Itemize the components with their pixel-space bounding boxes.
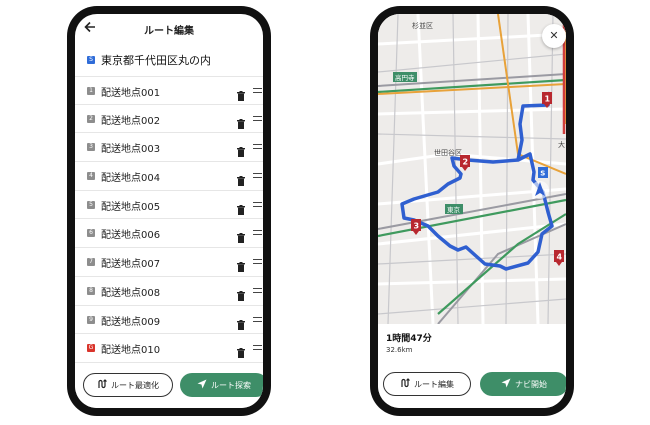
stop-label: 配送地点002	[101, 115, 161, 127]
stop-label: 配送地点007	[101, 259, 161, 271]
svg-text:4: 4	[557, 253, 563, 262]
stop-label: 配送地点005	[101, 201, 161, 213]
stop-number-badge: 6	[87, 229, 95, 238]
svg-text:S: S	[540, 170, 545, 178]
stop-number-badge: G	[87, 344, 95, 353]
stop-number-badge: 9	[87, 315, 95, 324]
svg-text:3: 3	[414, 222, 420, 231]
trash-icon[interactable]	[237, 257, 245, 273]
stop-label: 配送地点003	[101, 144, 161, 156]
map-canvas: 杉並区 高円寺 世田谷区 東京 大 1 2 3 4 S	[378, 14, 566, 324]
trash-icon[interactable]	[237, 228, 245, 244]
optimize-route-button[interactable]: ルート最適化	[83, 373, 173, 397]
start-navigation-button[interactable]: ナビ開始	[480, 372, 566, 396]
trash-icon[interactable]	[237, 315, 245, 330]
stop-label: 配送地点008	[101, 287, 161, 299]
drag-handle-icon[interactable]	[253, 88, 262, 93]
drag-handle-icon[interactable]	[253, 287, 262, 293]
stop-label: 配送地点009	[101, 316, 161, 328]
drag-handle-icon[interactable]	[253, 173, 262, 179]
route-edit-screen: ルート編集 S 東京都千代田区丸の内 1 配送地点001 2 配送地点002 3 配送地点…	[75, 14, 263, 408]
drag-handle-icon[interactable]	[253, 345, 262, 351]
trash-icon[interactable]	[237, 142, 245, 158]
route-icon	[400, 378, 410, 390]
drag-handle-icon[interactable]	[253, 201, 262, 207]
navigation-arrow-icon	[197, 379, 207, 391]
stop-label: 配送地点001	[101, 88, 161, 99]
map-label-setagaya: 世田谷区	[434, 148, 462, 157]
stop-list: 1 配送地点001 2 配送地点002 3 配送地点003 4 配送地点004 5 配送地点005…	[75, 76, 263, 363]
trash-icon[interactable]	[237, 114, 245, 129]
svg-text:1: 1	[545, 95, 551, 104]
drag-handle-icon[interactable]	[253, 230, 262, 236]
route-icon	[97, 379, 107, 391]
route-marker-start[interactable]: S	[538, 167, 548, 178]
route-summary-panel: 1時間47分 32.6km ルート編集 ナビ開始	[378, 324, 566, 408]
stop-label: 配送地点004	[101, 173, 161, 185]
footer-actions: ルート最適化 ルート探索	[75, 364, 263, 408]
map-label-koenji: 高円寺	[395, 73, 415, 82]
trash-icon[interactable]	[237, 200, 245, 215]
route-map-screen: 杉並区 高円寺 世田谷区 東京 大 1 2 3 4 S ✕ 1時間47分 32.…	[378, 14, 566, 408]
header: ルート編集	[75, 14, 263, 46]
trash-icon[interactable]	[237, 343, 245, 359]
optimize-route-label: ルート最適化	[111, 380, 159, 390]
stop-row[interactable]: 3 配送地点003	[75, 133, 263, 163]
stop-row[interactable]: 9 配送地点009	[75, 306, 263, 335]
stop-number-badge: 5	[87, 200, 95, 209]
drag-handle-icon[interactable]	[253, 259, 262, 265]
route-edit-label: ルート編集	[414, 379, 454, 389]
route-map[interactable]: 杉並区 高円寺 世田谷区 東京 大 1 2 3 4 S ✕	[378, 14, 566, 324]
stop-number-badge: 1	[87, 87, 95, 95]
stop-row[interactable]: G 配送地点010	[75, 334, 263, 363]
stop-row[interactable]: 6 配送地点006	[75, 219, 263, 249]
drag-handle-icon[interactable]	[253, 144, 262, 150]
search-route-button[interactable]: ルート探索	[180, 373, 263, 397]
route-duration: 1時間47分	[386, 334, 432, 344]
start-navigation-label: ナビ開始	[515, 379, 547, 389]
phone-route-edit: ルート編集 S 東京都千代田区丸の内 1 配送地点001 2 配送地点002 3 配送地点…	[67, 6, 271, 416]
start-point-row[interactable]: S 東京都千代田区丸の内	[75, 46, 263, 76]
stop-row[interactable]: 8 配送地点008	[75, 277, 263, 306]
stop-row[interactable]: 4 配送地点004	[75, 162, 263, 191]
stop-row[interactable]: 7 配送地点007	[75, 248, 263, 277]
search-route-label: ルート探索	[211, 380, 251, 390]
drag-handle-icon[interactable]	[253, 316, 262, 322]
map-label-tokyo: 東京	[447, 205, 461, 214]
stop-number-badge: 8	[87, 286, 95, 295]
svg-text:2: 2	[463, 158, 469, 167]
navigation-arrow-icon	[501, 378, 511, 390]
page-title: ルート編集	[144, 26, 194, 37]
drag-handle-icon[interactable]	[253, 115, 262, 121]
trash-icon[interactable]	[237, 286, 245, 301]
stop-label: 配送地点006	[101, 230, 161, 242]
current-location-icon	[531, 181, 549, 199]
trash-icon[interactable]	[237, 171, 245, 187]
start-point-label: 東京都千代田区丸の内	[101, 54, 211, 67]
map-label-dai: 大	[558, 140, 565, 149]
stop-number-badge: 2	[87, 114, 95, 123]
close-icon[interactable]: ✕	[542, 24, 566, 48]
stop-number-badge: 7	[87, 258, 95, 267]
stop-row[interactable]: 2 配送地点002	[75, 105, 263, 134]
start-badge: S	[87, 56, 95, 64]
stop-label: 配送地点010	[101, 345, 161, 357]
trash-icon[interactable]	[237, 86, 245, 101]
route-distance: 32.6km	[386, 346, 413, 354]
map-label-suginami: 杉並区	[412, 21, 433, 30]
stop-row[interactable]: 1 配送地点001	[75, 76, 263, 105]
phone-route-map: 杉並区 高円寺 世田谷区 東京 大 1 2 3 4 S ✕ 1時間47分 32.…	[370, 6, 574, 416]
stop-number-badge: 3	[87, 143, 95, 152]
stop-row[interactable]: 5 配送地点005	[75, 191, 263, 220]
stop-number-badge: 4	[87, 172, 95, 181]
route-edit-button[interactable]: ルート編集	[383, 372, 471, 396]
